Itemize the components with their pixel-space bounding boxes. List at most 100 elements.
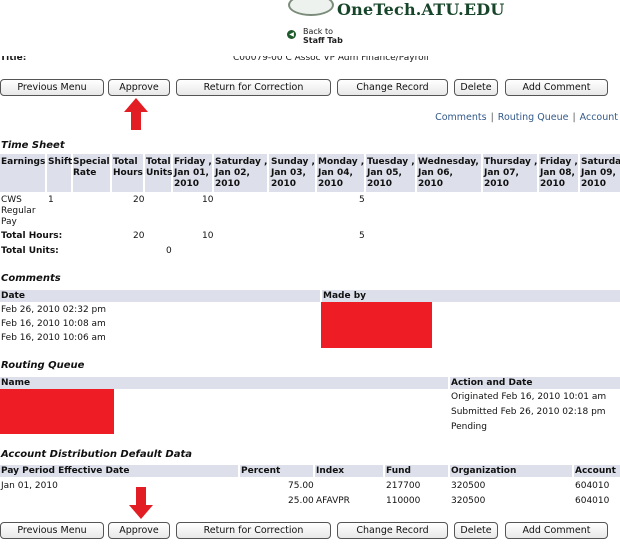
timesheet-col-header-11-line2: Jan 07, — [484, 168, 519, 178]
comment-date-1: Feb 26, 2010 02:32 pm — [1, 305, 107, 315]
comment-date-3: Feb 16, 2010 10:06 am — [1, 333, 106, 343]
earnings-cell-line1: CWS — [1, 195, 22, 205]
title-value: C00079-00 C Assoc VP Adm Finance/Payroll — [233, 53, 429, 63]
section-links: Comments | Routing Queue | Account — [435, 112, 618, 123]
back-link-line2[interactable]: Staff Tab — [303, 36, 343, 45]
comments-made-by-header: Made by — [323, 291, 367, 301]
account-distribution-title: Account Distribution Default Data — [1, 449, 193, 460]
account-row2-account: 604010 — [575, 496, 610, 506]
timesheet-col-header-7-line3: 2010 — [271, 179, 297, 189]
timesheet-col-header-3-line1: Total — [113, 157, 138, 167]
account-row1-date: Jan 01, 2010 — [1, 481, 58, 491]
change-record-button-bottom[interactable]: Change Record — [337, 522, 448, 539]
down-arrow-icon — [129, 487, 153, 519]
comment-date-2: Feb 16, 2010 10:08 am — [1, 319, 106, 329]
account-row2-index: AFAVPR — [316, 496, 350, 506]
return-for-correction-button-bottom[interactable]: Return for Correction — [176, 522, 331, 539]
title-label: Title: — [0, 53, 27, 63]
timesheet-col-header-13-line2: Jan 09, — [581, 168, 616, 178]
timesheet-col-header-5-line3: 2010 — [174, 179, 200, 189]
timesheet-col-header-3-line2: Hours — [113, 168, 143, 178]
earnings-cell-line2: Regular — [1, 206, 36, 216]
account-row2-percent: 25.00 — [288, 496, 314, 506]
delete-button-bottom[interactable]: Delete — [454, 522, 498, 539]
previous-menu-button[interactable]: Previous Menu — [0, 79, 104, 96]
previous-menu-button-bottom[interactable]: Previous Menu — [0, 522, 104, 539]
total-hours-cell: 20 — [133, 195, 145, 205]
account-row2-org: 320500 — [451, 496, 486, 506]
timesheet-col-header-4-line2: Units — [146, 168, 173, 178]
timesheet-col-header-11-line3: 2010 — [484, 179, 510, 189]
comments-header-bar — [0, 290, 620, 302]
timesheet-col-header-6-line2: Jan 02, — [215, 168, 250, 178]
routing-name-header: Name — [1, 378, 31, 388]
account-row1-percent: 75.00 — [288, 481, 314, 491]
comments-title: Comments — [1, 273, 61, 284]
account-row1-fund: 217700 — [386, 481, 421, 491]
timesheet-col-header-10-line2: Jan 06, — [418, 168, 453, 178]
return-for-correction-button[interactable]: Return for Correction — [176, 79, 331, 96]
redacted-made-by — [321, 302, 432, 348]
account-row1-org: 320500 — [451, 481, 486, 491]
timesheet-col-header-9-line2: Jan 05, — [367, 168, 402, 178]
timesheet-col-header-13-line3: 2010 — [581, 179, 607, 189]
routing-queue-link[interactable]: Routing Queue — [498, 112, 569, 123]
jan04-hours-cell: 5 — [359, 195, 365, 205]
approve-button[interactable]: Approve — [108, 79, 170, 96]
delete-button[interactable]: Delete — [454, 79, 498, 96]
timesheet-col-header-13-line1: Saturday — [581, 157, 620, 167]
timesheet-col-header-5-line2: Jan 01, — [174, 168, 209, 178]
add-comment-button-bottom[interactable]: Add Comment — [505, 522, 608, 539]
routing-action-header: Action and Date — [451, 378, 533, 388]
back-arrow-icon[interactable]: ◀ — [287, 30, 296, 39]
total-jan01-value: 10 — [202, 231, 214, 241]
timesheet-title: Time Sheet — [1, 140, 65, 151]
jan01-hours-cell: 10 — [202, 195, 214, 205]
timesheet-col-header-2-line2: Rate — [73, 168, 97, 178]
timesheet-col-header-10-line1: Wednesday, — [418, 157, 479, 167]
routing-queue-title: Routing Queue — [1, 360, 85, 371]
timesheet-col-header-12-line3: 2010 — [540, 179, 566, 189]
routing-action-1: Originated Feb 16, 2010 10:01 am — [451, 392, 607, 402]
timesheet-col-header-7-line1: Sunday , — [271, 157, 315, 167]
total-units-value: 0 — [166, 246, 172, 256]
shift-cell: 1 — [48, 195, 54, 205]
account-row2-fund: 110000 — [386, 496, 421, 506]
timesheet-col-header-2-line1: Special — [73, 157, 110, 167]
earnings-cell-line3: Pay — [1, 217, 17, 227]
account-link[interactable]: Account — [580, 112, 618, 123]
timesheet-col-header-8-line3: 2010 — [318, 179, 344, 189]
account-row1-account: 604010 — [575, 481, 610, 491]
account-col-percent: Percent — [241, 466, 281, 476]
timesheet-col-header-10-line3: 2010 — [418, 179, 444, 189]
comments-link[interactable]: Comments — [435, 112, 487, 123]
total-hours-label: Total Hours: — [1, 231, 63, 241]
account-col-fund: Fund — [386, 466, 411, 476]
change-record-button[interactable]: Change Record — [337, 79, 448, 96]
timesheet-col-header-8-line2: Jan 04, — [318, 168, 353, 178]
account-col-organization: Organization — [451, 466, 517, 476]
back-link-line1[interactable]: Back to — [303, 27, 333, 36]
timesheet-col-header-0-line1: Earnings — [1, 157, 46, 167]
timesheet-col-header-1-line1: Shift — [48, 157, 73, 167]
timesheet-col-header-5-line1: Friday , — [174, 157, 212, 167]
up-arrow-icon — [124, 98, 148, 130]
timesheet-col-header-8-line1: Monday , — [318, 157, 365, 167]
timesheet-col-header-7-line2: Jan 03, — [271, 168, 306, 178]
timesheet-col-header-12-line1: Friday , — [540, 157, 578, 167]
timesheet-col-header-9-line3: 2010 — [367, 179, 393, 189]
comments-date-header: Date — [1, 291, 25, 301]
approve-button-bottom[interactable]: Approve — [108, 522, 170, 539]
total-jan04-value: 5 — [359, 231, 365, 241]
timesheet-col-header-6-line1: Saturday , — [215, 157, 268, 167]
routing-action-2: Submitted Feb 26, 2010 02:18 pm — [451, 407, 606, 417]
brand-logo-text[interactable]: OneTech.ATU.EDU — [337, 0, 504, 19]
add-comment-button[interactable]: Add Comment — [505, 79, 608, 96]
total-hours-value: 20 — [133, 231, 145, 241]
timesheet-col-header-12-line2: Jan 08, — [540, 168, 575, 178]
account-col-account: Account — [575, 466, 616, 476]
account-col-date: Pay Period Effective Date — [1, 466, 130, 476]
total-units-label: Total Units: — [1, 246, 59, 256]
timesheet-col-header-11-line1: Thursday , — [484, 157, 538, 167]
timesheet-col-header-4-line1: Total — [146, 157, 171, 167]
